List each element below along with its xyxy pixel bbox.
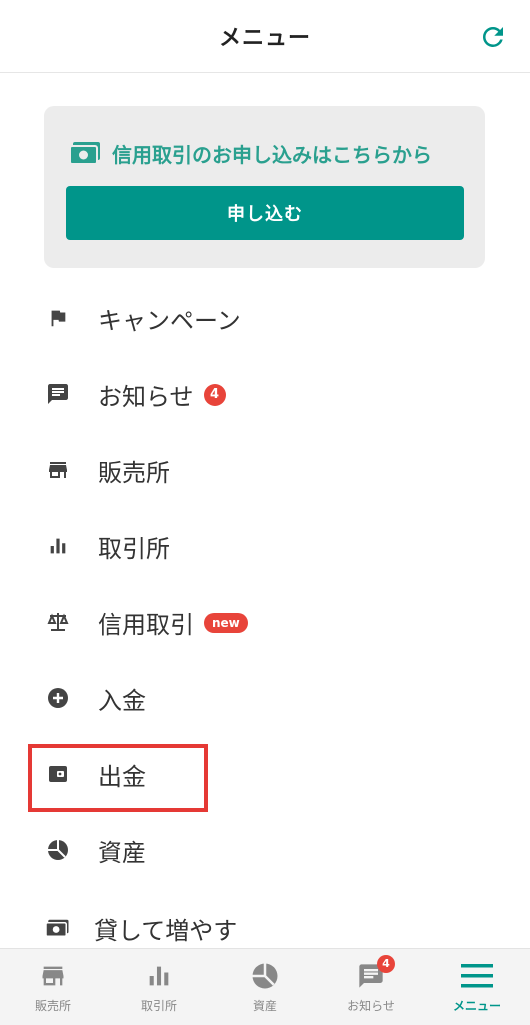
plus-circle-icon	[44, 684, 72, 712]
menu-item-assets[interactable]: 資産	[0, 812, 530, 888]
tab-menu[interactable]: メニュー	[424, 949, 530, 1025]
cash-icon	[44, 914, 72, 942]
tab-label: 資産	[252, 999, 277, 1013]
menu-item-exchange[interactable]: 取引所	[0, 508, 530, 584]
highlight-frame	[28, 744, 208, 812]
menu-item-label: 貸して増やす	[94, 916, 238, 945]
bottom-tab-bar: 販売所 取引所 資産 4 お知らせ メニュー	[0, 948, 530, 1025]
promo-text: 信用取引のお申し込みはこちらから	[112, 142, 432, 167]
bar-chart-icon	[44, 532, 72, 560]
header: メニュー	[0, 0, 530, 73]
tab-exchange[interactable]: 取引所	[106, 949, 212, 1025]
tab-store[interactable]: 販売所	[0, 949, 106, 1025]
pie-chart-icon	[249, 961, 281, 991]
menu-icon	[461, 961, 493, 991]
menu-item-label: お知らせ	[98, 382, 194, 411]
menu-item-label: 取引所	[98, 534, 170, 563]
tab-label: お知らせ	[347, 999, 395, 1013]
menu-item-margin-trading[interactable]: 信用取引 new	[0, 584, 530, 660]
menu-item-notices[interactable]: お知らせ 4	[0, 356, 530, 432]
pie-chart-icon	[44, 836, 72, 864]
refresh-icon[interactable]	[478, 22, 508, 52]
menu-item-label: 販売所	[98, 458, 170, 487]
tab-assets[interactable]: 資産	[212, 949, 318, 1025]
apply-button[interactable]: 申し込む	[66, 186, 464, 240]
promo-heading[interactable]: 信用取引のお申し込みはこちらから	[69, 138, 432, 168]
menu-item-deposit[interactable]: 入金	[0, 660, 530, 736]
store-icon	[37, 961, 69, 991]
menu-item-store[interactable]: 販売所	[0, 432, 530, 508]
new-badge: new	[204, 612, 248, 633]
tab-label: 取引所	[140, 999, 177, 1013]
scale-icon	[44, 608, 72, 636]
menu-item-label: 入金	[98, 686, 146, 715]
margin-trading-promo-card: 信用取引のお申し込みはこちらから 申し込む	[44, 106, 485, 268]
menu-item-label: 信用取引	[98, 610, 194, 639]
menu-item-label: 資産	[98, 838, 146, 867]
cash-icon	[69, 141, 102, 165]
page-title: メニュー	[218, 26, 311, 51]
tab-label: 販売所	[34, 999, 71, 1013]
flag-icon	[44, 304, 72, 332]
menu-item-label: キャンペーン	[98, 306, 241, 335]
notification-count-badge: 4	[377, 955, 395, 973]
menu-item-campaign[interactable]: キャンペーン	[0, 280, 530, 356]
tab-label: メニュー	[452, 999, 501, 1013]
store-icon	[44, 456, 72, 484]
chat-icon: 4	[355, 955, 395, 991]
chat-icon	[44, 380, 72, 408]
notification-count-badge: 4	[203, 383, 226, 406]
bar-chart-icon	[143, 961, 175, 991]
tab-notices[interactable]: 4 お知らせ	[318, 949, 424, 1025]
